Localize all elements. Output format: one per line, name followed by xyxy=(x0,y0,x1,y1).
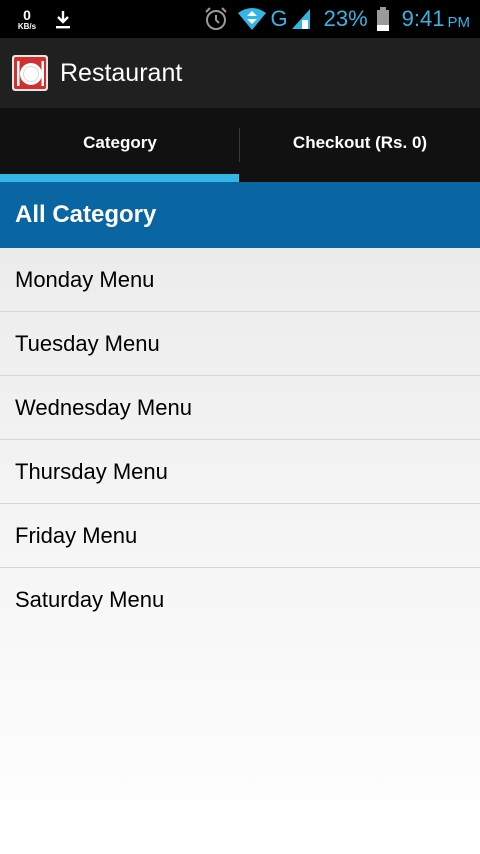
app-title: Restaurant xyxy=(60,58,183,87)
battery-icon xyxy=(376,7,389,31)
tab-checkout-label: Checkout (Rs. 0) xyxy=(292,133,428,152)
status-bar: 0 KB/s G 23% 9:41 PM xyxy=(0,0,480,38)
alarm-icon xyxy=(204,7,227,30)
list-item-label: Monday Menu xyxy=(15,266,155,292)
network-speed-value: 0 xyxy=(23,7,31,23)
signal-icon xyxy=(291,9,310,29)
battery-percentage: 23% xyxy=(323,6,368,31)
list-item-label: Saturday Menu xyxy=(15,587,165,612)
selected-tab-indicator xyxy=(0,174,239,182)
restaurant-plate-icon[interactable] xyxy=(12,55,48,91)
network-type: G xyxy=(270,6,288,31)
list-item-tuesday-menu[interactable]: Tuesday Menu xyxy=(0,312,480,376)
download-icon xyxy=(56,11,70,29)
list-item-wednesday-menu[interactable]: Wednesday Menu xyxy=(0,376,480,440)
tab-category[interactable]: Category xyxy=(0,108,240,182)
list-item-label: Thursday Menu xyxy=(15,458,168,484)
clock-ampm: PM xyxy=(447,13,471,31)
tab-category-label: Category xyxy=(83,133,157,152)
list-item-label: Tuesday Menu xyxy=(15,330,160,356)
clock: 9:41 xyxy=(401,6,445,31)
tab-divider xyxy=(239,128,240,162)
list-header-title: All Category xyxy=(15,201,157,228)
list-item-friday-menu[interactable]: Friday Menu xyxy=(0,504,480,568)
network-speed: 0 KB/s xyxy=(14,8,40,32)
action-bar: Restaurant xyxy=(0,38,480,108)
tab-checkout[interactable]: Checkout (Rs. 0) xyxy=(240,108,480,182)
status-bar-left: 0 KB/s xyxy=(14,6,72,34)
tab-bar: Category Checkout (Rs. 0) xyxy=(0,108,480,182)
status-bar-right: G 23% 9:41 PM xyxy=(203,0,471,38)
list-item-monday-menu[interactable]: Monday Menu xyxy=(0,248,480,312)
network-speed-unit: KB/s xyxy=(17,22,37,31)
list-header: All Category xyxy=(0,182,480,248)
list-item-label: Wednesday Menu xyxy=(15,394,192,420)
category-list: Monday Menu Tuesday Menu Wednesday Menu … xyxy=(0,248,480,854)
list-item-thursday-menu[interactable]: Thursday Menu xyxy=(0,440,480,504)
wifi-icon xyxy=(237,8,266,30)
list-item-label: Friday Menu xyxy=(15,522,138,548)
list-item-saturday-menu[interactable]: Saturday Menu xyxy=(0,568,480,632)
